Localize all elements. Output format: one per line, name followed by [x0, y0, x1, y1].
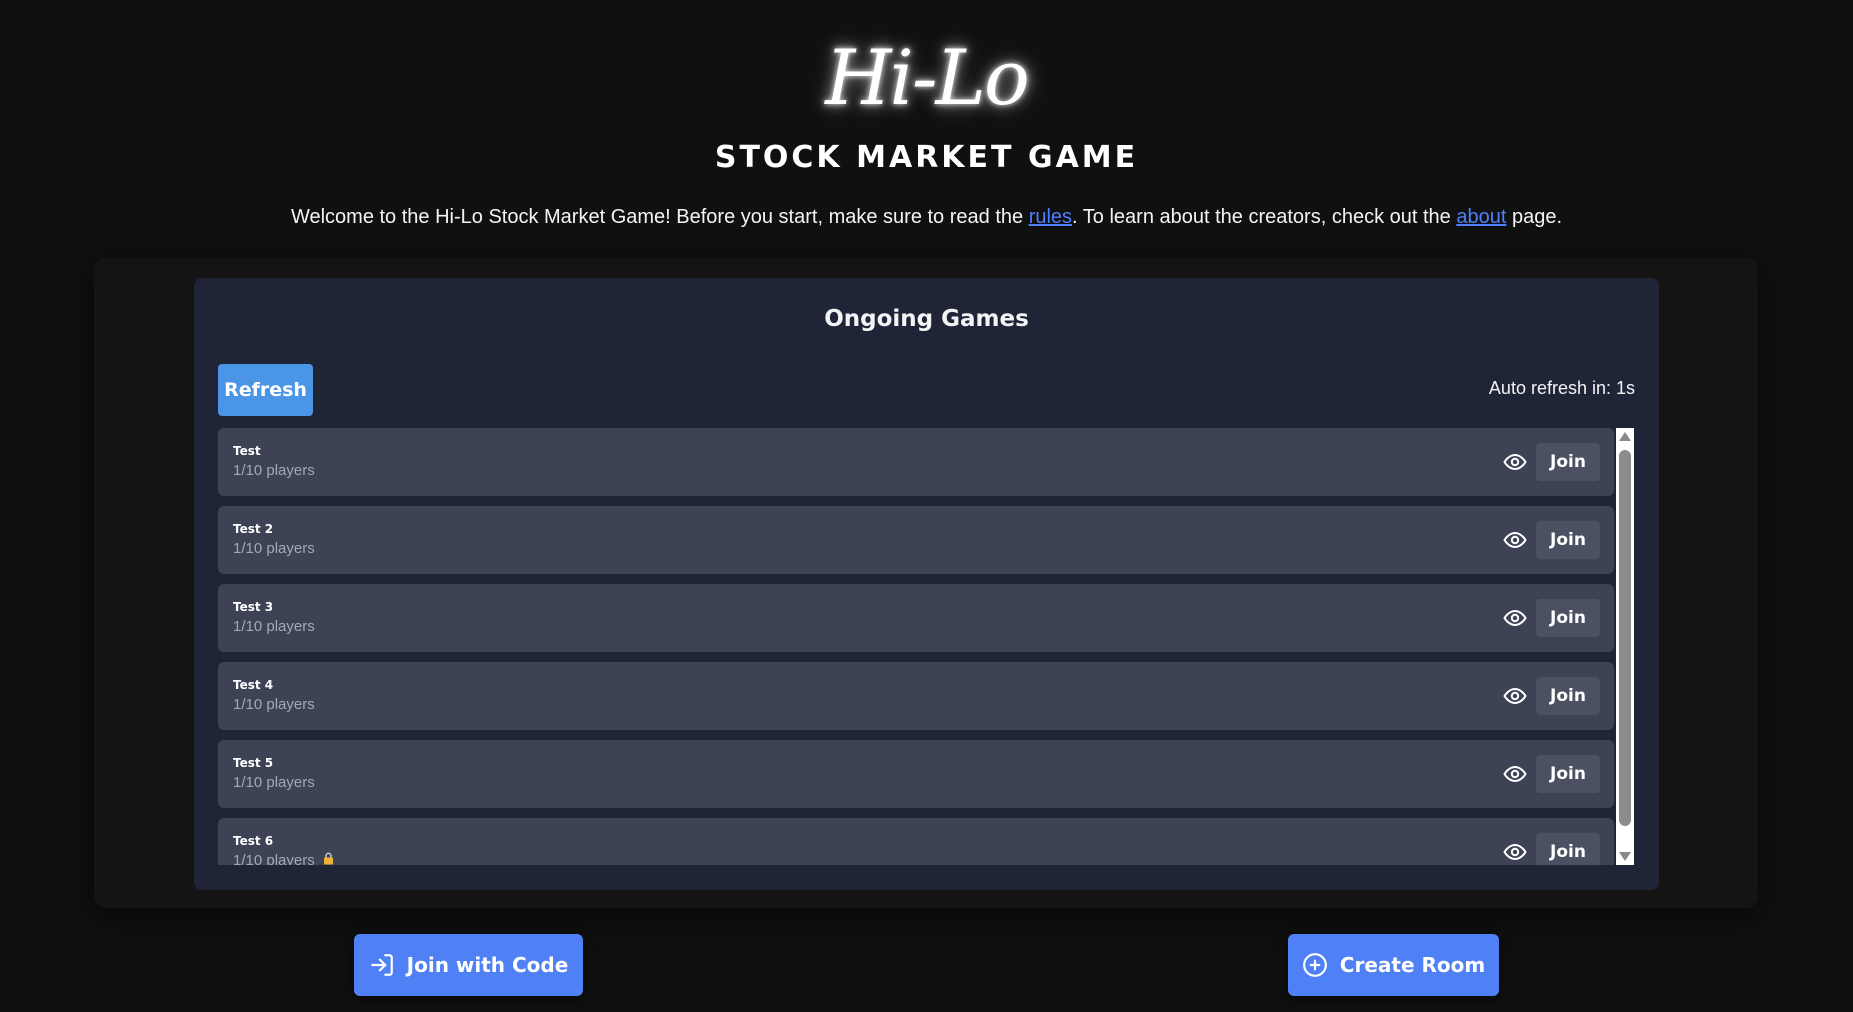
- welcome-message: Welcome to the Hi-Lo Stock Market Game! …: [0, 206, 1853, 229]
- join-game-button[interactable]: Join: [1536, 443, 1600, 481]
- rules-link[interactable]: rules: [1029, 206, 1072, 228]
- about-link[interactable]: about: [1456, 206, 1506, 228]
- game-row[interactable]: Test 3 1/10 players Join: [218, 584, 1614, 652]
- join-game-button[interactable]: Join: [1536, 755, 1600, 793]
- join-game-button[interactable]: Join: [1536, 833, 1600, 865]
- ongoing-games-title: Ongoing Games: [824, 306, 1029, 332]
- player-count-text: 1/10 players: [233, 462, 315, 479]
- create-room-label: Create Room: [1339, 953, 1486, 977]
- eye-icon[interactable]: [1502, 840, 1528, 864]
- refresh-button[interactable]: Refresh: [218, 364, 313, 416]
- join-game-button[interactable]: Join: [1536, 521, 1600, 559]
- eye-icon[interactable]: [1502, 528, 1528, 552]
- game-row[interactable]: Test 5 1/10 players Join: [218, 740, 1614, 808]
- page-subtitle: STOCK MARKET GAME: [714, 140, 1139, 175]
- games-list[interactable]: Test 1/10 players Join Test 2 1/10 players Jo…: [218, 428, 1614, 865]
- join-game-button[interactable]: Join: [1536, 677, 1600, 715]
- hi-lo-logo: Hi-Lo: [825, 33, 1030, 122]
- game-player-count: 1/10 players: [233, 852, 334, 865]
- welcome-text-middle: . To learn about the creators, check out…: [1072, 206, 1457, 228]
- auto-refresh-countdown: Auto refresh in: 1s: [1488, 378, 1635, 398]
- welcome-text-suffix: page.: [1506, 206, 1563, 228]
- join-with-code-label: Join with Code: [406, 953, 569, 977]
- player-count-text: 1/10 players: [233, 618, 315, 635]
- game-name: Test 3: [233, 600, 274, 614]
- game-row[interactable]: Test 2 1/10 players Join: [218, 506, 1614, 574]
- eye-icon[interactable]: [1502, 606, 1528, 630]
- player-count-text: 1/10 players: [233, 540, 315, 557]
- game-name: Test 6: [233, 834, 274, 848]
- eye-icon[interactable]: [1502, 684, 1528, 708]
- scroll-thumb[interactable]: [1619, 450, 1631, 826]
- ongoing-games-panel: Ongoing Games Refresh Auto refresh in: 1…: [194, 278, 1659, 890]
- scroll-up-arrow-icon[interactable]: [1619, 432, 1631, 441]
- game-player-count: 1/10 players: [233, 462, 315, 479]
- plus-circle-icon: [1302, 953, 1327, 977]
- game-name: Test 2: [233, 522, 274, 536]
- welcome-text-prefix: Welcome to the Hi-Lo Stock Market Game! …: [290, 206, 1029, 228]
- game-player-count: 1/10 players: [233, 540, 315, 557]
- game-player-count: 1/10 players: [233, 696, 315, 713]
- eye-icon[interactable]: [1502, 762, 1528, 786]
- game-name: Test 4: [233, 678, 274, 692]
- page: Hi-Lo STOCK MARKET GAME Welcome to the H…: [0, 0, 1853, 1012]
- games-list-scrollbar[interactable]: [1616, 428, 1634, 865]
- join-with-code-button[interactable]: Join with Code: [354, 934, 583, 996]
- game-name: Test 5: [233, 756, 274, 770]
- game-row[interactable]: Test 6 1/10 players Join: [218, 818, 1614, 865]
- game-player-count: 1/10 players: [233, 774, 315, 791]
- eye-icon[interactable]: [1502, 450, 1528, 474]
- game-player-count: 1/10 players: [233, 618, 315, 635]
- login-icon: [370, 954, 393, 976]
- game-row[interactable]: Test 1/10 players Join: [218, 428, 1614, 496]
- game-row[interactable]: Test 4 1/10 players Join: [218, 662, 1614, 730]
- join-game-button[interactable]: Join: [1536, 599, 1600, 637]
- game-name: Test: [233, 444, 261, 458]
- player-count-text: 1/10 players: [233, 852, 315, 865]
- player-count-text: 1/10 players: [233, 774, 315, 791]
- create-room-button[interactable]: Create Room: [1288, 934, 1499, 996]
- lock-icon: [323, 852, 334, 865]
- scroll-down-arrow-icon[interactable]: [1619, 852, 1631, 861]
- player-count-text: 1/10 players: [233, 696, 315, 713]
